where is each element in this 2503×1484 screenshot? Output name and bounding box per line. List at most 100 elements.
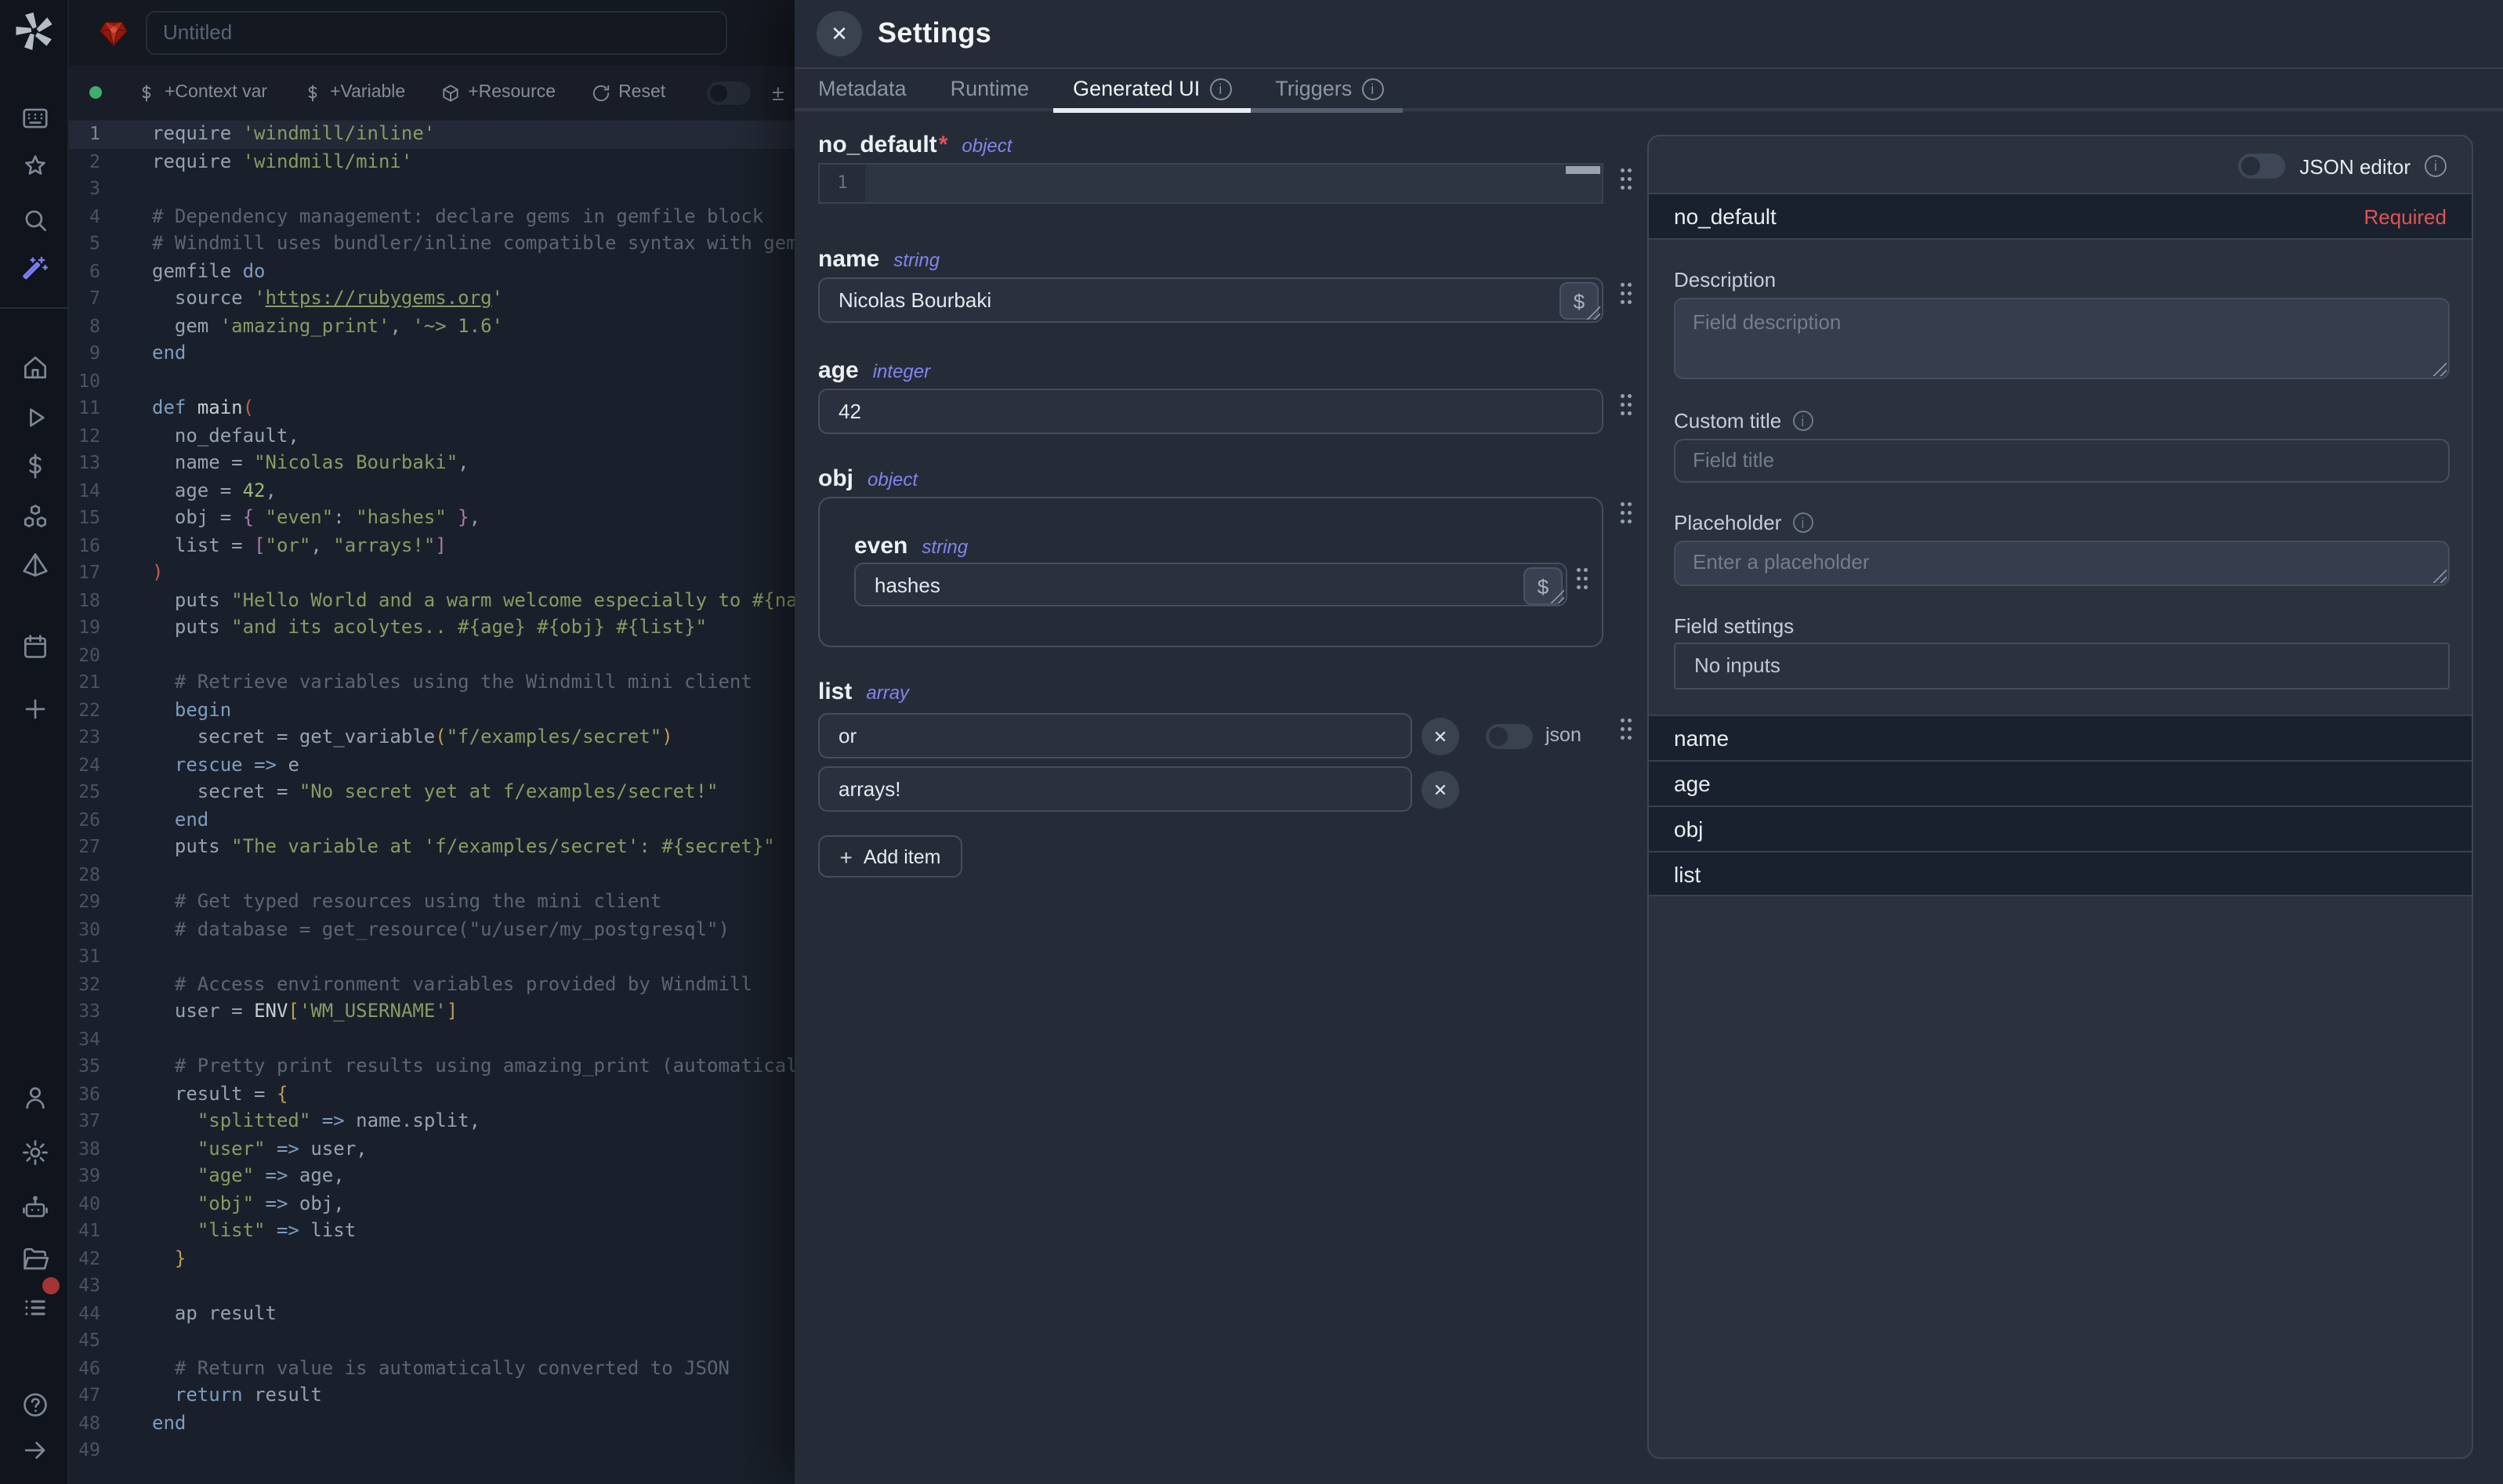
- code-line[interactable]: 10: [69, 367, 795, 395]
- inspector-row-obj[interactable]: obj: [1649, 805, 2472, 851]
- code-editor[interactable]: 1require 'windmill/inline'2require 'wind…: [69, 119, 795, 1484]
- sidebar-search-icon[interactable]: [19, 204, 50, 235]
- code-line[interactable]: 23 secret = get_variable("f/examples/sec…: [69, 724, 795, 751]
- sidebar-magic-wand-icon[interactable]: [19, 252, 50, 284]
- tab-triggers[interactable]: Triggersi: [1275, 77, 1383, 100]
- json-editor-toggle[interactable]: [2238, 154, 2285, 179]
- code-line[interactable]: 36 result = {: [69, 1080, 795, 1108]
- remove-item-icon[interactable]: ✕: [1422, 718, 1459, 755]
- drag-handle-icon[interactable]: [1619, 716, 1633, 740]
- code-line[interactable]: 16 list = ["or", "arrays!"]: [69, 532, 795, 559]
- sidebar-user-icon[interactable]: [19, 1081, 50, 1113]
- code-line[interactable]: 8 gem 'amazing_print', '~> 1.6': [69, 313, 795, 340]
- sidebar-cubes-icon[interactable]: [19, 500, 50, 531]
- code-line[interactable]: 4# Dependency management: declare gems i…: [69, 203, 795, 230]
- code-line[interactable]: 5# Windmill uses bundler/inline compatib…: [69, 230, 795, 258]
- code-line[interactable]: 25 secret = "No secret yet at f/examples…: [69, 779, 795, 806]
- sidebar-folder-open-icon[interactable]: [19, 1243, 50, 1274]
- sidebar-play-icon[interactable]: [19, 401, 50, 433]
- code-line[interactable]: 15 obj = { "even": "hashes" },: [69, 505, 795, 532]
- editor-toggle[interactable]: [706, 81, 750, 104]
- drag-handle-icon[interactable]: [1619, 500, 1633, 523]
- list-item-input[interactable]: arrays!: [818, 766, 1412, 812]
- code-line[interactable]: 42 }: [69, 1245, 795, 1272]
- close-icon[interactable]: ✕: [817, 11, 862, 56]
- code-line[interactable]: 46 # Return value is automatically conve…: [69, 1355, 795, 1382]
- info-icon[interactable]: i: [1361, 78, 1383, 100]
- code-line[interactable]: 31: [69, 943, 795, 971]
- selected-field-row[interactable]: no_default Required: [1649, 193, 2472, 240]
- code-line[interactable]: 37 "splitted" => name.split,: [69, 1108, 795, 1135]
- code-line[interactable]: 7 source 'https://rubygems.org': [69, 285, 795, 313]
- sidebar-gear-icon[interactable]: [19, 1136, 50, 1167]
- sidebar-star-icon[interactable]: [19, 150, 50, 182]
- code-line[interactable]: 12 no_default,: [69, 422, 795, 450]
- tab-generated-ui[interactable]: Generated UIi: [1073, 77, 1231, 100]
- code-line[interactable]: 1require 'windmill/inline': [69, 121, 795, 148]
- code-line[interactable]: 38 "user" => user,: [69, 1135, 795, 1163]
- no_default-json-input[interactable]: 1: [818, 163, 1603, 204]
- code-line[interactable]: 29 # Get typed resources using the mini …: [69, 889, 795, 916]
- code-line[interactable]: 35 # Pretty print results using amazing_…: [69, 1053, 795, 1080]
- inspector-row-name[interactable]: name: [1649, 715, 2472, 760]
- variable-button[interactable]: +Variable: [302, 82, 405, 103]
- info-icon[interactable]: i: [1792, 411, 1813, 431]
- sidebar-calendar-icon[interactable]: [19, 630, 50, 661]
- remove-item-icon[interactable]: ✕: [1422, 771, 1459, 809]
- code-line[interactable]: 49: [69, 1437, 795, 1464]
- sidebar-apps-icon[interactable]: [19, 102, 50, 133]
- code-line[interactable]: 20: [69, 642, 795, 669]
- code-line[interactable]: 34: [69, 1026, 795, 1053]
- diff-icon[interactable]: ±: [772, 80, 784, 105]
- tab-metadata[interactable]: Metadata: [818, 77, 907, 100]
- resource-button[interactable]: +Resource: [440, 82, 556, 103]
- drag-handle-icon[interactable]: [1619, 281, 1633, 304]
- code-line[interactable]: 33 user = ENV['WM_USERNAME']: [69, 998, 795, 1026]
- code-line[interactable]: 30 # database = get_resource("u/user/my_…: [69, 916, 795, 943]
- code-line[interactable]: 32 # Access environment variables provid…: [69, 971, 795, 998]
- contextvar-button[interactable]: +Context var: [136, 82, 267, 103]
- resize-handle-icon[interactable]: [2432, 569, 2447, 583]
- drag-handle-icon[interactable]: [1575, 566, 1589, 589]
- json-toggle[interactable]: [1486, 724, 1533, 749]
- code-line[interactable]: 19 puts "and its acolytes.. #{age} #{obj…: [69, 614, 795, 642]
- code-line[interactable]: 28: [69, 861, 795, 889]
- drag-handle-icon[interactable]: [1619, 166, 1633, 190]
- add-item-button[interactable]: + Add item: [818, 835, 962, 878]
- code-line[interactable]: 39 "age" => age,: [69, 1163, 795, 1190]
- sidebar-home-icon[interactable]: [19, 351, 50, 382]
- description-textarea[interactable]: Field description: [1674, 298, 2450, 379]
- resize-handle-icon[interactable]: [2432, 362, 2447, 376]
- code-line[interactable]: 13 name = "Nicolas Bourbaki",: [69, 450, 795, 477]
- tab-runtime[interactable]: Runtime: [951, 77, 1030, 100]
- mini-editor-scrollbar[interactable]: [1566, 166, 1600, 174]
- code-line[interactable]: 47 return result: [69, 1382, 795, 1410]
- code-line[interactable]: 24 rescue => e: [69, 751, 795, 779]
- code-line[interactable]: 14 age = 42,: [69, 477, 795, 505]
- code-line[interactable]: 17): [69, 559, 795, 587]
- list-item-input[interactable]: or: [818, 713, 1412, 758]
- age-input[interactable]: 42: [818, 389, 1603, 434]
- code-line[interactable]: 2require 'windmill/mini': [69, 148, 795, 176]
- code-line[interactable]: 40 "obj" => obj,: [69, 1190, 795, 1218]
- code-line[interactable]: 11def main(: [69, 395, 795, 422]
- code-line[interactable]: 3: [69, 176, 795, 203]
- name-input[interactable]: Nicolas Bourbaki $: [818, 277, 1603, 323]
- sidebar-plus-icon[interactable]: [19, 693, 50, 724]
- sidebar-dollar-icon[interactable]: [19, 450, 50, 481]
- code-line[interactable]: 21 # Retrieve variables using the Windmi…: [69, 669, 795, 697]
- inspector-row-age[interactable]: age: [1649, 760, 2472, 805]
- info-icon[interactable]: i: [2425, 155, 2447, 177]
- code-line[interactable]: 26 end: [69, 806, 795, 834]
- drag-handle-icon[interactable]: [1619, 392, 1633, 415]
- code-line[interactable]: 43: [69, 1272, 795, 1300]
- sidebar-prism-icon[interactable]: [19, 548, 50, 580]
- code-line[interactable]: 44 ap result: [69, 1300, 795, 1327]
- code-line[interactable]: 45: [69, 1327, 795, 1355]
- script-title-input[interactable]: Untitled: [146, 11, 727, 55]
- sidebar-list-icon[interactable]: [19, 1291, 50, 1323]
- custom-title-input[interactable]: Field title: [1674, 439, 2450, 483]
- reset-button[interactable]: Reset: [590, 82, 665, 103]
- inspector-row-list[interactable]: list: [1649, 851, 2472, 896]
- code-line[interactable]: 18 puts "Hello World and a warm welcome …: [69, 587, 795, 614]
